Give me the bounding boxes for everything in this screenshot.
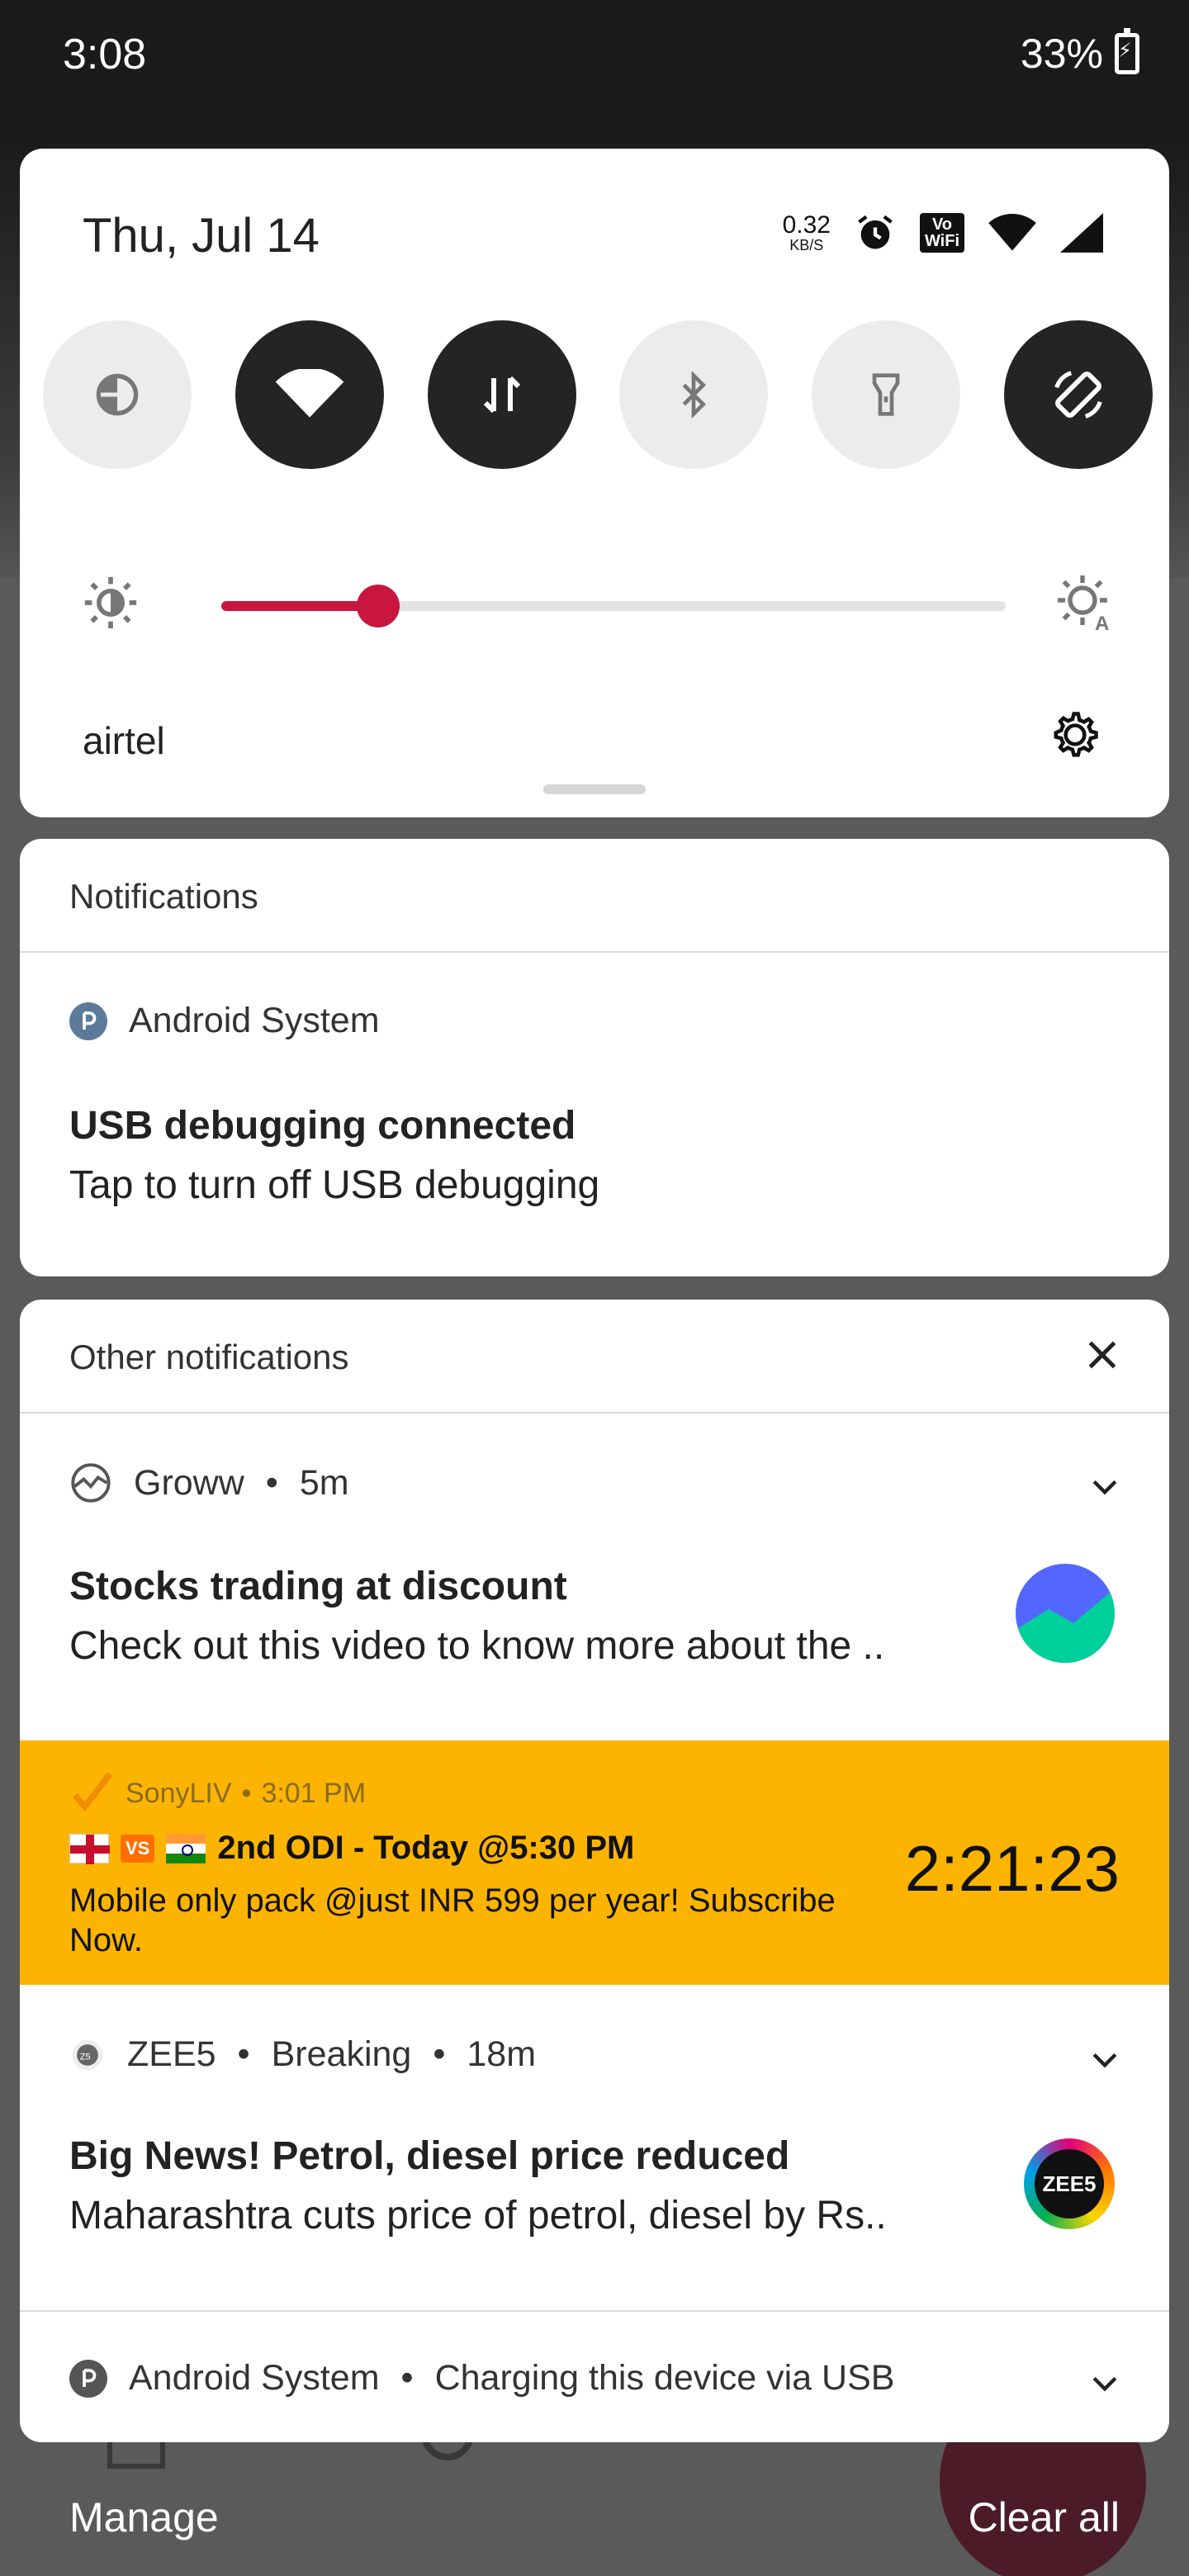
- notifications-header: Notifications: [20, 839, 1169, 953]
- separator-dot: •: [400, 2358, 414, 2398]
- wifi-signal-icon: [988, 213, 1036, 251]
- status-time: 3:08: [63, 31, 147, 78]
- brightness-slider-thumb[interactable]: [357, 585, 400, 627]
- brightness-slider-row: A: [83, 561, 1115, 644]
- countdown-timer: 2:21:23: [904, 1832, 1120, 1905]
- app-name: SonyLIV: [126, 1777, 232, 1809]
- cell-signal-icon: [1060, 213, 1103, 253]
- app-name: Groww: [134, 1462, 244, 1503]
- brightness-slider[interactable]: [221, 585, 1006, 627]
- notification-title: Big News! Petrol, diesel price reduced: [69, 2134, 790, 2178]
- android-system-icon: [69, 1002, 107, 1040]
- status-bar: 3:08 33%: [0, 0, 1189, 116]
- notification-app-row: Groww • 5m: [69, 1461, 349, 1504]
- app-name: ZEE5: [127, 2034, 216, 2074]
- net-speed-value: 0.32: [782, 211, 831, 239]
- notifications-card: Notifications Android System USB debuggi…: [20, 839, 1169, 1276]
- other-notifications-title: Other notifications: [69, 1338, 349, 1376]
- quick-settings-panel: Thu, Jul 14 0.32 KB/S Vo WiFi A airtel: [20, 149, 1169, 817]
- notification-channel: Breaking: [271, 2034, 412, 2074]
- battery-charging-icon: [1115, 28, 1139, 74]
- net-speed-indicator: 0.32 KB/S: [783, 213, 831, 253]
- notification-app-row: SonyLIV • 3:01 PM: [69, 1770, 366, 1816]
- separator-dot: •: [241, 1777, 252, 1809]
- brightness-slider-fill: [221, 601, 378, 611]
- qs-status-icons: 0.32 KB/S Vo WiFi: [783, 211, 1103, 254]
- battery-status: 33%: [1020, 28, 1139, 78]
- notification-title: Stocks trading at discount: [69, 1565, 567, 1608]
- notification-app-row: Z5 ZEE5 • Breaking • 18m: [69, 2034, 536, 2075]
- app-name: Android System: [129, 2358, 380, 2398]
- zee5-small-icon: Z5: [72, 2039, 103, 2070]
- vs-badge: VS: [121, 1834, 155, 1863]
- tile-bluetooth[interactable]: [619, 320, 769, 469]
- mobile-data-icon: [483, 376, 520, 414]
- england-flag-icon: [69, 1833, 110, 1864]
- tile-mobile-data[interactable]: [427, 320, 576, 469]
- separator-dot: •: [237, 2034, 250, 2074]
- notifications-title: Notifications: [69, 877, 258, 916]
- tile-wifi[interactable]: [234, 320, 384, 469]
- chevron-down-icon[interactable]: [1087, 2041, 1123, 2077]
- close-icon[interactable]: [1082, 1334, 1123, 1376]
- alarm-icon: [858, 215, 893, 249]
- divider: [20, 2310, 1169, 2312]
- flashlight-icon: [872, 373, 900, 416]
- other-notifications-card: Other notifications Groww • 5m Stocks tr…: [20, 1300, 1169, 2442]
- notification-text: Maharashtra cuts price of petrol, diesel…: [69, 2194, 887, 2237]
- chevron-down-icon[interactable]: [1087, 2365, 1123, 2401]
- groww-logo: [1016, 1564, 1115, 1663]
- tile-flashlight[interactable]: [812, 320, 961, 469]
- battery-percent: 33%: [1020, 31, 1103, 77]
- india-flag-icon: [166, 1833, 206, 1863]
- android-system-icon: [69, 2359, 107, 2398]
- vowifi-top: Vo: [931, 215, 953, 234]
- net-speed-unit: KB/S: [789, 237, 824, 253]
- app-name: Android System: [129, 1001, 380, 1040]
- qs-drag-handle[interactable]: [543, 784, 646, 794]
- chevron-down-icon[interactable]: [1087, 1468, 1123, 1504]
- separator-dot: •: [265, 1462, 278, 1503]
- bluetooth-icon: [683, 371, 707, 419]
- tile-data-saver[interactable]: [43, 320, 192, 469]
- brightness-low-icon: [84, 576, 137, 629]
- notification-headline: 2nd ODI - Today @5:30 PM: [217, 1830, 635, 1866]
- sonyliv-check-icon: [73, 1772, 112, 1812]
- other-notifications-header: Other notifications: [20, 1300, 1169, 1413]
- qs-tiles: [43, 320, 1153, 469]
- notification-time: 5m: [299, 1462, 349, 1503]
- clear-all-button[interactable]: Clear all: [969, 2493, 1120, 2541]
- svg-text:A: A: [1095, 613, 1109, 632]
- notification-app-row: Android System: [69, 1001, 380, 1041]
- notification-text: Charging this device via USB: [434, 2358, 895, 2398]
- data-saver-icon: [96, 373, 139, 416]
- zee5-logo: ZEE5: [1024, 2138, 1115, 2229]
- separator-dot: •: [433, 2034, 446, 2074]
- auto-brightness-icon[interactable]: A: [1055, 573, 1115, 632]
- auto-rotate-icon: [1054, 371, 1102, 419]
- zee5-logo-text: ZEE5: [1035, 2149, 1104, 2218]
- notification-text: Check out this video to know more about …: [69, 1624, 885, 1668]
- manage-button[interactable]: Manage: [69, 2493, 219, 2541]
- wifi-icon: [275, 369, 344, 418]
- notification-time: 3:01 PM: [261, 1777, 367, 1809]
- qs-date[interactable]: Thu, Jul 14: [83, 208, 320, 263]
- vowifi-icon: Vo WiFi: [919, 213, 964, 253]
- notification-title: USB debugging connected: [69, 1104, 576, 1148]
- notification-text: Tap to turn off USB debugging: [69, 1163, 600, 1207]
- vowifi-bottom: WiFi: [924, 232, 959, 250]
- notification-time: 18m: [467, 2034, 537, 2074]
- settings-gear-icon[interactable]: [1047, 707, 1103, 763]
- groww-icon: [71, 1463, 111, 1503]
- tile-auto-rotate[interactable]: [1003, 320, 1153, 469]
- notification-headline-row: VS 2nd ODI - Today @5:30 PM: [69, 1830, 634, 1867]
- notification-sonyliv[interactable]: SonyLIV • 3:01 PM VS 2nd ODI - Today @5:…: [20, 1740, 1169, 1985]
- notification-text: Mobile only pack @just INR 599 per year!…: [69, 1882, 836, 1958]
- carrier-name: airtel: [83, 719, 165, 762]
- svg-text:Z5: Z5: [80, 2052, 91, 2062]
- notification-app-row: Android System • Charging this device vi…: [69, 2358, 894, 2398]
